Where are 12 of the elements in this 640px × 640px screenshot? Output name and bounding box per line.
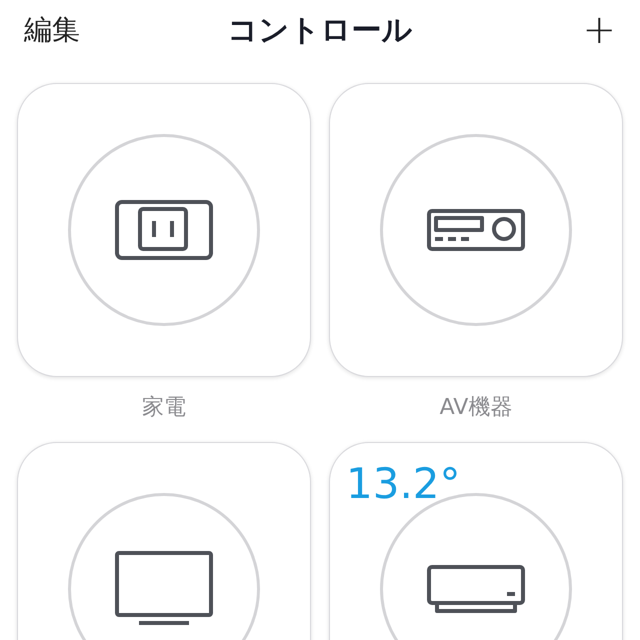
- control-tile[interactable]: [329, 83, 623, 377]
- air-conditioner-icon: [427, 565, 525, 613]
- control-tile[interactable]: [17, 83, 311, 377]
- temperature-reading: 13.2°: [346, 463, 461, 505]
- add-button[interactable]: +: [536, 10, 616, 50]
- stereo-receiver-icon: [427, 209, 525, 251]
- edit-button[interactable]: 編集: [24, 9, 104, 51]
- tile-label: 家電: [142, 394, 186, 422]
- outlet-icon: [115, 200, 213, 260]
- page-title: コントロール: [228, 12, 412, 50]
- tv-icon: [115, 551, 213, 627]
- tile-label: AV機器: [440, 394, 512, 422]
